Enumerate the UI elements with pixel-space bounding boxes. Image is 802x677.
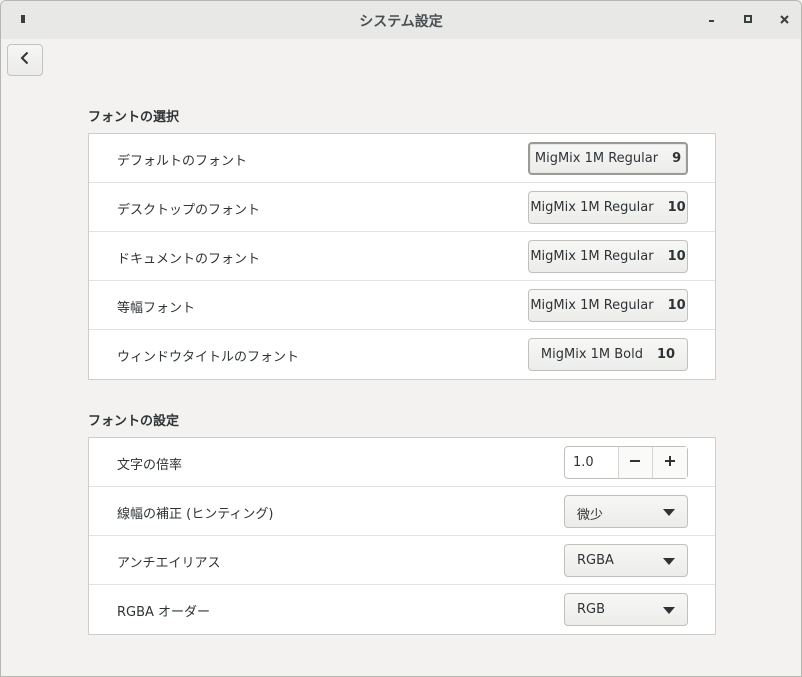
rgba-order-label: RGBA オーダー xyxy=(117,605,211,620)
font-row-label: デフォルトのフォント xyxy=(117,154,248,169)
font-settings-panel: 文字の倍率 1.0 線幅の補正 (ヒンティング) 微少 アンチエイリアス RGB… xyxy=(88,437,716,635)
font-name: MigMix 1M Regular xyxy=(534,151,659,166)
title-bar: システム設定 xyxy=(1,1,801,39)
font-selection-panel: デフォルトのフォント MigMix 1M Regular 9 デスクトップのフォ… xyxy=(88,133,716,380)
increment-button[interactable] xyxy=(652,447,688,478)
text-scale-value[interactable]: 1.0 xyxy=(565,447,618,478)
minimize-icon[interactable] xyxy=(704,11,720,27)
font-selection-heading: フォントの選択 xyxy=(88,110,180,125)
antialias-dropdown[interactable]: RGBA xyxy=(564,544,688,577)
document-font-button[interactable]: MigMix 1M Regular 10 xyxy=(528,240,688,273)
text-scale-spinbutton[interactable]: 1.0 xyxy=(564,446,688,479)
antialias-label: アンチエイリアス xyxy=(117,556,221,571)
hinting-value: 微少 xyxy=(577,508,604,523)
close-icon[interactable] xyxy=(776,11,792,27)
font-size: 9 xyxy=(672,151,682,166)
hinting-label: 線幅の補正 (ヒンティング) xyxy=(117,507,274,522)
text-scale-row: 文字の倍率 1.0 xyxy=(89,438,715,487)
window-title: システム設定 xyxy=(359,14,443,30)
text-scale-label: 文字の倍率 xyxy=(117,458,183,473)
hinting-row: 線幅の補正 (ヒンティング) 微少 xyxy=(89,487,715,536)
rgba-order-value: RGB xyxy=(577,602,606,617)
font-size: 10 xyxy=(667,298,686,313)
monospace-font-button[interactable]: MigMix 1M Regular 10 xyxy=(528,289,688,322)
window-title-font-button[interactable]: MigMix 1M Bold 10 xyxy=(528,338,688,371)
font-size: 10 xyxy=(657,347,676,362)
antialias-value: RGBA xyxy=(577,553,614,568)
hinting-dropdown[interactable]: 微少 xyxy=(564,495,688,528)
dropdown-arrow-icon xyxy=(663,558,675,565)
font-row-default: デフォルトのフォント MigMix 1M Regular 9 xyxy=(89,134,715,183)
font-row-label: デスクトップのフォント xyxy=(117,203,261,218)
font-name: MigMix 1M Regular xyxy=(530,249,654,264)
rgba-order-row: RGBA オーダー RGB xyxy=(89,585,715,634)
font-row-desktop: デスクトップのフォント MigMix 1M Regular 10 xyxy=(89,183,715,232)
font-row-window-title: ウィンドウタイトルのフォント MigMix 1M Bold 10 xyxy=(89,330,715,379)
dropdown-arrow-icon xyxy=(663,607,675,614)
font-row-document: ドキュメントのフォント MigMix 1M Regular 10 xyxy=(89,232,715,281)
rgba-order-dropdown[interactable]: RGB xyxy=(564,593,688,626)
settings-window: システム設定 フォントの選択 デフォルトのフォント MigMix 1M Regu… xyxy=(0,0,802,677)
decrement-button[interactable] xyxy=(617,447,653,478)
desktop-font-button[interactable]: MigMix 1M Regular 10 xyxy=(528,191,688,224)
font-row-label: ウィンドウタイトルのフォント xyxy=(117,350,300,365)
antialias-row: アンチエイリアス RGBA xyxy=(89,536,715,585)
font-row-label: 等幅フォント xyxy=(117,301,196,316)
minus-icon xyxy=(629,455,641,471)
font-row-monospace: 等幅フォント MigMix 1M Regular 10 xyxy=(89,281,715,330)
default-font-button[interactable]: MigMix 1M Regular 9 xyxy=(528,142,688,175)
back-button[interactable] xyxy=(7,44,43,76)
font-row-label: ドキュメントのフォント xyxy=(117,252,261,267)
font-settings-heading: フォントの設定 xyxy=(88,414,180,429)
maximize-icon[interactable] xyxy=(740,11,756,27)
font-size: 10 xyxy=(667,200,686,215)
dropdown-arrow-icon xyxy=(663,509,675,516)
font-name: MigMix 1M Regular xyxy=(530,200,654,215)
chevron-left-icon xyxy=(20,51,30,69)
font-name: MigMix 1M Bold xyxy=(540,347,643,362)
font-size: 10 xyxy=(667,249,686,264)
plus-icon xyxy=(664,455,676,471)
font-name: MigMix 1M Regular xyxy=(530,298,654,313)
